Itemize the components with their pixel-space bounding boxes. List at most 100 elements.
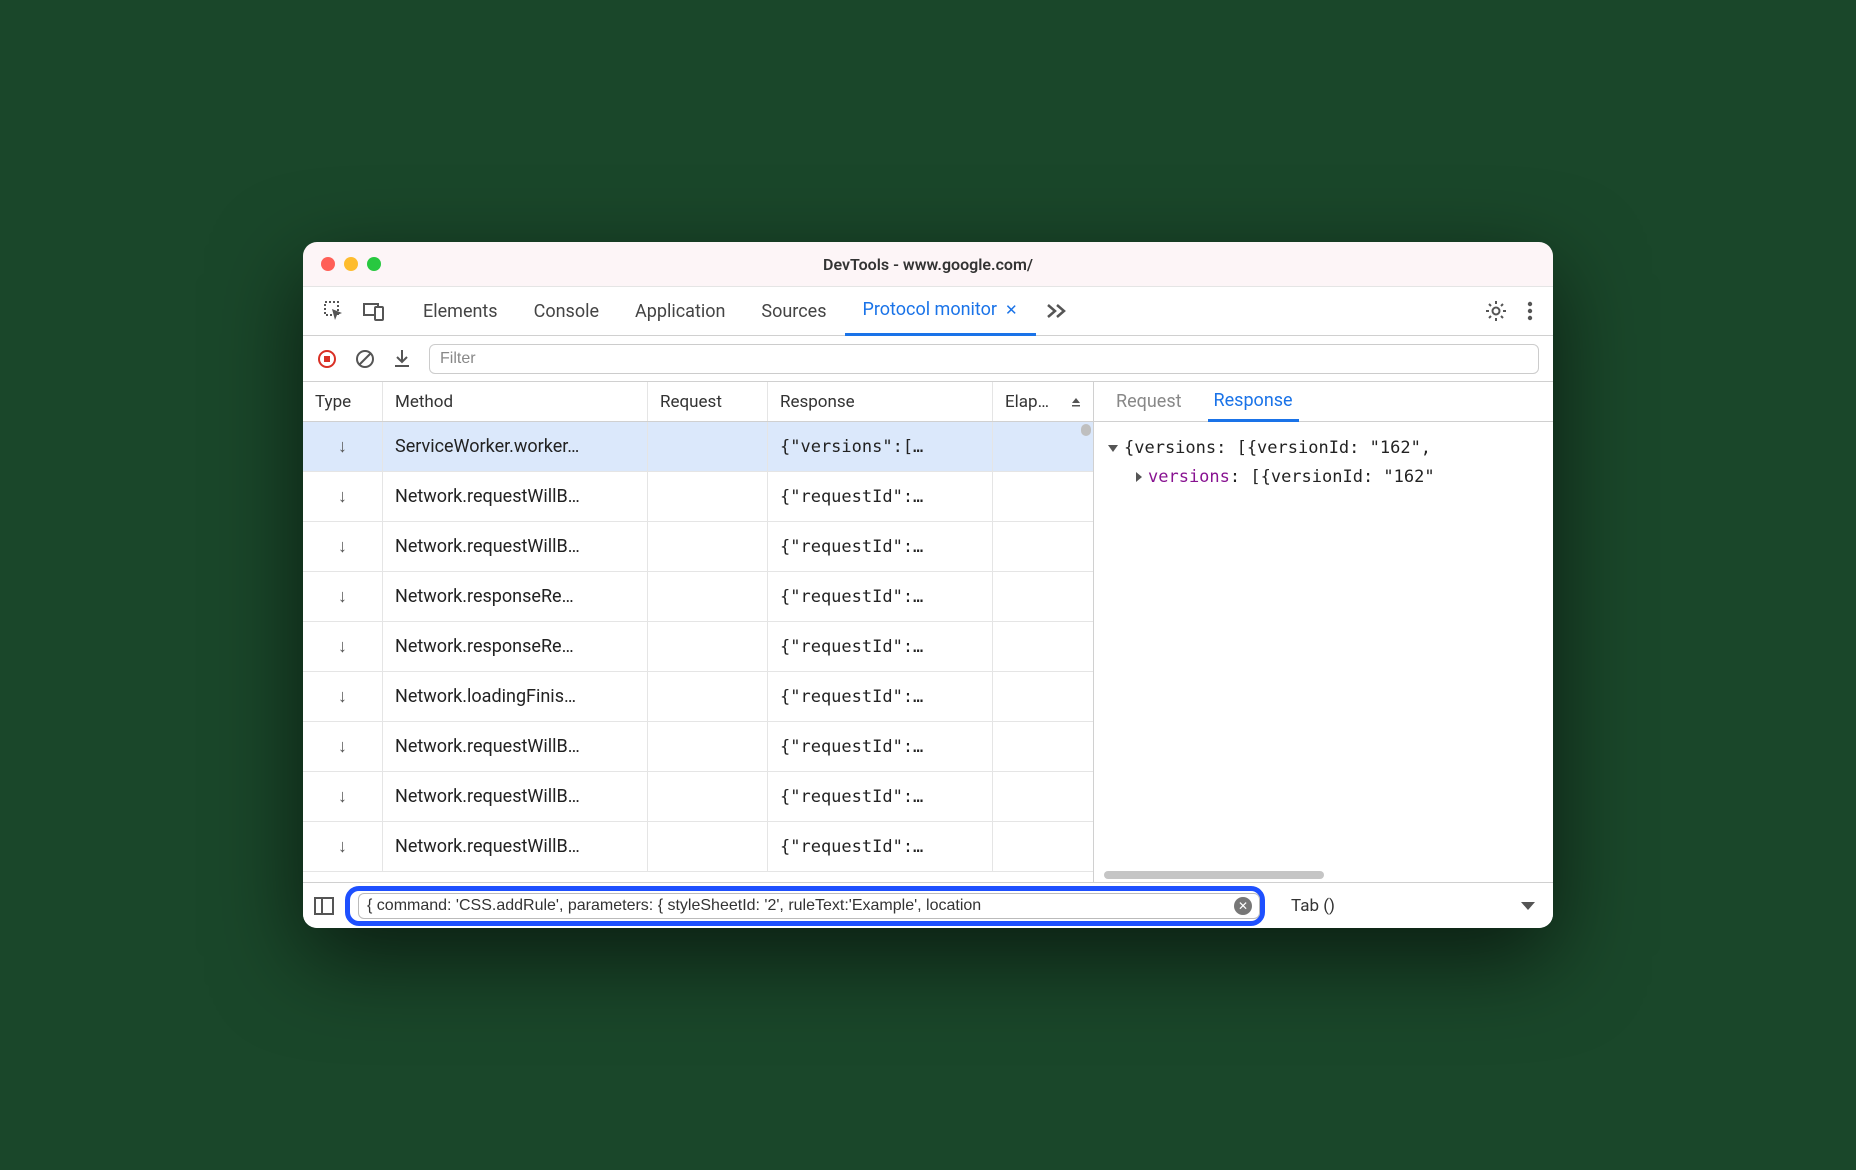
cell-response: {"requestId":… xyxy=(768,772,993,821)
cell-elap xyxy=(993,822,1093,871)
close-window-button[interactable] xyxy=(321,257,335,271)
detail-tab-response[interactable]: Response xyxy=(1208,382,1299,422)
cell-request xyxy=(648,772,768,821)
cell-type: ↓ xyxy=(303,772,383,821)
tab-protocol-monitor[interactable]: Protocol monitor ✕ xyxy=(845,286,1036,336)
cell-elap xyxy=(993,522,1093,571)
cell-response: {"requestId":… xyxy=(768,822,993,871)
col-request[interactable]: Request xyxy=(648,382,768,421)
tab-console[interactable]: Console xyxy=(516,286,617,336)
cell-elap xyxy=(993,622,1093,671)
chevron-down-icon[interactable] xyxy=(1521,902,1535,910)
window-title: DevTools - www.google.com/ xyxy=(303,255,1553,274)
table-row[interactable]: ↓Network.responseRe… {"requestId":… xyxy=(303,622,1093,672)
cell-method: Network.requestWillB… xyxy=(383,772,648,821)
maximize-window-button[interactable] xyxy=(367,257,381,271)
col-elapsed[interactable]: Elap… xyxy=(993,382,1093,421)
titlebar: DevTools - www.google.com/ xyxy=(303,242,1553,286)
cell-method: Network.requestWillB… xyxy=(383,522,648,571)
cell-elap xyxy=(993,672,1093,721)
download-button[interactable] xyxy=(393,349,411,369)
cell-type: ↓ xyxy=(303,422,383,471)
more-options-icon[interactable] xyxy=(1527,301,1533,321)
cell-type: ↓ xyxy=(303,622,383,671)
cell-elap xyxy=(993,572,1093,621)
cell-method: Network.loadingFinis… xyxy=(383,672,648,721)
cell-type: ↓ xyxy=(303,722,383,771)
table-row[interactable]: ↓Network.requestWillB… {"requestId":… xyxy=(303,472,1093,522)
col-type[interactable]: Type xyxy=(303,382,383,421)
detail-pane: Request Response {versions: [{versionId:… xyxy=(1094,382,1553,882)
table-row[interactable]: ↓Network.requestWillB… {"requestId":… xyxy=(303,772,1093,822)
close-tab-icon[interactable]: ✕ xyxy=(1005,301,1018,319)
table-header: Type Method Request Response Elap… xyxy=(303,382,1093,422)
horizontal-scroll xyxy=(1094,868,1553,882)
expand-toggle-icon[interactable] xyxy=(1136,472,1142,482)
cell-type: ↓ xyxy=(303,822,383,871)
vertical-scrollbar[interactable] xyxy=(1081,424,1091,436)
detail-tab-request[interactable]: Request xyxy=(1110,382,1188,422)
cell-method: Network.responseRe… xyxy=(383,572,648,621)
command-input-highlight: ✕ xyxy=(345,886,1265,926)
tree-root[interactable]: {versions: [{versionId: "162", xyxy=(1108,434,1539,463)
settings-gear-icon[interactable] xyxy=(1485,300,1507,322)
command-input[interactable] xyxy=(358,893,1260,919)
cell-method: ServiceWorker.worker… xyxy=(383,422,648,471)
table-row[interactable]: ↓Network.loadingFinis… {"requestId":… xyxy=(303,672,1093,722)
cell-method: Network.requestWillB… xyxy=(383,822,648,871)
record-button[interactable] xyxy=(317,349,337,369)
table-row[interactable]: ↓Network.requestWillB… {"requestId":… xyxy=(303,822,1093,872)
cell-method: Network.responseRe… xyxy=(383,622,648,671)
cell-response: {"requestId":… xyxy=(768,622,993,671)
table-body[interactable]: ↓ServiceWorker.worker…{"versions":[…↓Net… xyxy=(303,422,1093,882)
inspect-element-icon[interactable] xyxy=(323,300,345,322)
tab-elements[interactable]: Elements xyxy=(405,286,516,336)
horizontal-scrollbar[interactable] xyxy=(1104,871,1324,879)
tab-application[interactable]: Application xyxy=(617,286,743,336)
footer-tab-label: Tab () xyxy=(1291,896,1335,916)
content-area: Type Method Request Response Elap… ↓Serv… xyxy=(303,382,1553,882)
cell-response: {"versions":[… xyxy=(768,422,993,471)
cell-type: ↓ xyxy=(303,472,383,521)
panel-tabbar: Elements Console Application Sources Pro… xyxy=(303,286,1553,336)
traffic-lights xyxy=(321,257,381,271)
devtools-window: DevTools - www.google.com/ Elements Cons… xyxy=(303,242,1553,928)
clear-button[interactable] xyxy=(355,349,375,369)
clear-input-icon[interactable]: ✕ xyxy=(1234,897,1252,915)
filter-input[interactable] xyxy=(429,344,1539,374)
cell-response: {"requestId":… xyxy=(768,572,993,621)
table-row[interactable]: ↓ServiceWorker.worker… {"versions":[… xyxy=(303,422,1093,472)
table-row[interactable]: ↓Network.requestWillB… {"requestId":… xyxy=(303,522,1093,572)
cell-response: {"requestId":… xyxy=(768,722,993,771)
col-response[interactable]: Response xyxy=(768,382,993,421)
protocol-toolbar xyxy=(303,336,1553,382)
tree-child[interactable]: versions: [{versionId: "162" xyxy=(1108,463,1539,492)
cell-response: {"requestId":… xyxy=(768,472,993,521)
more-tabs-button[interactable] xyxy=(1036,286,1076,336)
col-method[interactable]: Method xyxy=(383,382,648,421)
table-row[interactable]: ↓Network.responseRe…{"requestId":… xyxy=(303,572,1093,622)
cell-method: Network.requestWillB… xyxy=(383,722,648,771)
cell-request xyxy=(648,672,768,721)
detail-tabs: Request Response xyxy=(1094,382,1553,422)
cell-request xyxy=(648,822,768,871)
table-row[interactable]: ↓Network.requestWillB… {"requestId":… xyxy=(303,722,1093,772)
expand-toggle-icon[interactable] xyxy=(1108,445,1118,452)
cell-elap xyxy=(993,722,1093,771)
message-table: Type Method Request Response Elap… ↓Serv… xyxy=(303,382,1093,882)
sort-asc-icon xyxy=(1071,397,1081,407)
minimize-window-button[interactable] xyxy=(344,257,358,271)
cell-elap xyxy=(993,472,1093,521)
cell-request xyxy=(648,472,768,521)
cell-response: {"requestId":… xyxy=(768,672,993,721)
cell-method: Network.requestWillB… xyxy=(383,472,648,521)
toggle-drawer-icon[interactable] xyxy=(313,896,335,916)
cell-request xyxy=(648,522,768,571)
cell-type: ↓ xyxy=(303,672,383,721)
device-toolbar-icon[interactable] xyxy=(363,301,385,321)
cell-request xyxy=(648,722,768,771)
cell-type: ↓ xyxy=(303,522,383,571)
tab-sources[interactable]: Sources xyxy=(743,286,844,336)
cell-response: {"requestId":… xyxy=(768,522,993,571)
footer-bar: ✕ Tab () xyxy=(303,882,1553,928)
